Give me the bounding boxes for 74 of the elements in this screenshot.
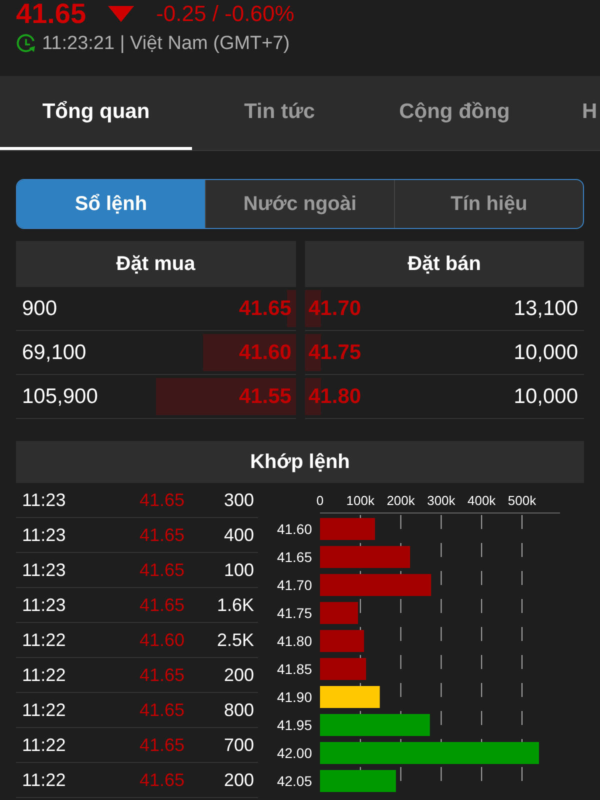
table-cell-text: 41.65 bbox=[138, 734, 186, 756]
table-cell-text: 11:23 bbox=[21, 560, 67, 580]
bar bbox=[320, 602, 358, 624]
tick-label: 400k bbox=[468, 493, 496, 508]
tick-label: 100k bbox=[346, 493, 374, 508]
table-cell-text: 11:23 bbox=[21, 490, 67, 510]
table-cell-text: 41.65 bbox=[238, 296, 292, 320]
table-cell-text: 11:23 bbox=[21, 594, 67, 616]
price-label: 41.60 bbox=[276, 521, 312, 537]
table-cell-text: 11:22 bbox=[21, 770, 67, 790]
price-label: 42.00 bbox=[276, 745, 312, 761]
table-cell-text: 200 bbox=[222, 770, 255, 790]
table-cell-text: 41.65 bbox=[138, 700, 186, 720]
table-cell-text: 41.65 bbox=[138, 770, 186, 790]
table-cell-text: 200 bbox=[222, 664, 255, 686]
table-cell-text: 300 bbox=[222, 490, 255, 510]
price-change: -0.25 / -0.60% bbox=[156, 1, 294, 27]
table-cell-text: 69,100 bbox=[21, 340, 88, 364]
table-cell-text: 2.5K bbox=[216, 630, 255, 650]
table-cell-text: 41.60 bbox=[138, 630, 186, 650]
table-cell-text: 41.80 bbox=[308, 384, 362, 408]
price-label: 41.80 bbox=[276, 633, 312, 649]
tick-label: 300k bbox=[427, 493, 456, 508]
bar bbox=[320, 658, 366, 680]
table-cell-text: 11:22 bbox=[21, 734, 67, 756]
table-cell-text: 11:23 bbox=[21, 524, 67, 546]
price-label: 42.05 bbox=[276, 773, 312, 789]
table-cell-text: 105,900 bbox=[21, 384, 99, 408]
segment-tab[interactable]: Nước ngoài bbox=[205, 180, 394, 228]
tab[interactable]: Tin tức bbox=[192, 76, 367, 150]
table-cell-text: 41.75 bbox=[308, 340, 362, 364]
table-cell-text: 41.70 bbox=[308, 296, 362, 320]
price-label: 41.95 bbox=[276, 717, 312, 733]
table-cell-text: 11:22 bbox=[21, 664, 67, 686]
price-label: 41.75 bbox=[276, 605, 312, 621]
price-label: 41.70 bbox=[276, 577, 312, 593]
table-cell-text: 41.65 bbox=[138, 560, 186, 580]
table-cell-text: 13,100 bbox=[512, 296, 579, 320]
table-cell-text: 10,000 bbox=[512, 340, 579, 364]
table-cell-text: 400 bbox=[222, 524, 255, 546]
table-cell-text: 41.60 bbox=[238, 340, 292, 364]
bar bbox=[320, 686, 380, 708]
table-cell-text: 100 bbox=[222, 560, 255, 580]
table-cell-text: 41.55 bbox=[238, 384, 292, 408]
table-cell-text: 41.65 bbox=[138, 664, 186, 686]
table-cell-text: 800 bbox=[222, 700, 255, 720]
tick-label: 200k bbox=[386, 493, 415, 508]
tab[interactable]: Cộng đồng bbox=[367, 76, 542, 150]
price-label: 41.90 bbox=[276, 689, 312, 705]
table-cell-text: 900 bbox=[21, 296, 58, 320]
column-header: Đặt bán bbox=[304, 241, 584, 287]
table-cell-text: 41.65 bbox=[138, 594, 186, 616]
table-cell-text: 11:22 bbox=[21, 700, 67, 720]
segment-tab[interactable]: Tín hiệu bbox=[394, 180, 583, 228]
clock-icon bbox=[16, 34, 36, 54]
table-cell-text: 11:22 bbox=[21, 630, 67, 650]
bar bbox=[320, 630, 364, 652]
last-price: 41.65 bbox=[16, 0, 86, 28]
price-label: 41.65 bbox=[276, 549, 312, 565]
table-cell-text: 700 bbox=[222, 734, 255, 756]
update-time: 11:23:21 | Việt Nam (GMT+7) bbox=[42, 33, 290, 55]
table-cell-text: 10,000 bbox=[512, 384, 579, 408]
column-header: Đặt mua bbox=[16, 241, 296, 287]
table-cell-text: 41.65 bbox=[138, 490, 186, 510]
tick-label: 0 bbox=[316, 493, 324, 508]
tab[interactable]: Tổng quan bbox=[0, 76, 192, 150]
segment-tab[interactable]: Sổ lệnh bbox=[17, 180, 205, 228]
tick-label: 500k bbox=[508, 493, 536, 508]
table-cell-text: 41.65 bbox=[138, 524, 186, 546]
section-title: Khớp lệnh bbox=[250, 450, 350, 474]
bar bbox=[320, 518, 375, 540]
tab[interactable]: H bbox=[542, 76, 598, 150]
table-cell-text: 1.6K bbox=[216, 594, 255, 616]
price-label: 41.85 bbox=[276, 661, 312, 677]
